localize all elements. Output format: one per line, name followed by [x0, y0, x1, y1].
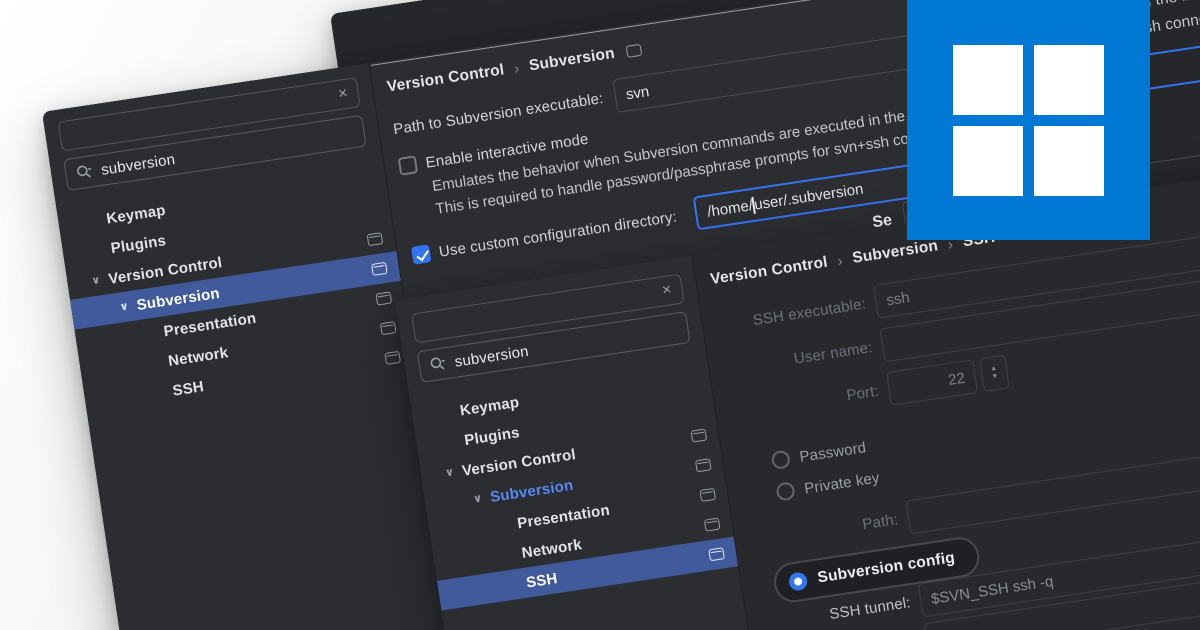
breadcrumb-subversion[interactable]: Subversion [528, 45, 616, 76]
windows-logo-pane [1034, 126, 1104, 196]
settings-tree: Keymap Plugins Version Control Subversio… [409, 351, 739, 611]
search-query-text: subversion [453, 342, 530, 371]
window-icon [371, 261, 388, 276]
breadcrumb-separator-icon [836, 252, 844, 270]
window-icon [703, 517, 721, 532]
radio-selected-icon[interactable] [787, 571, 809, 592]
port-input[interactable]: 22 [886, 359, 979, 406]
port-label: Port: [845, 382, 880, 404]
user-name-label: User name: [792, 338, 874, 368]
window-icon [384, 350, 401, 365]
window-icon [375, 291, 393, 306]
windows-logo-pane [1034, 45, 1104, 115]
window-icon [379, 321, 397, 336]
window-icon [695, 458, 712, 473]
port-stepper[interactable]: ▲ ▼ [979, 354, 1010, 392]
chevron-down-icon[interactable] [444, 465, 455, 479]
window-icon [366, 232, 384, 247]
window-icon [625, 43, 643, 58]
settings-tree: Keymap Plugins Version Control Subversio… [56, 154, 415, 418]
private-key-path-label: Path: [861, 510, 900, 533]
radio-icon[interactable] [770, 449, 792, 470]
breadcrumb-subversion[interactable]: Subversion [851, 237, 939, 268]
stage: Emulates the behavior when Subversion co… [0, 0, 1200, 630]
radio-icon[interactable] [775, 481, 796, 502]
breadcrumb-version-control[interactable]: Version Control [386, 61, 506, 96]
window-icon [690, 428, 708, 443]
search-icon [77, 165, 92, 178]
auth-private-key-label: Private key [803, 468, 881, 497]
breadcrumb-version-control[interactable]: Version Control [709, 254, 829, 289]
chevron-down-icon[interactable] [90, 273, 101, 287]
window-icon [708, 547, 725, 562]
windows-logo-pane [953, 126, 1023, 196]
interactive-mode-checkbox[interactable] [397, 155, 419, 176]
search-icon [430, 357, 445, 370]
windows-logo [907, 0, 1150, 240]
close-icon[interactable] [661, 282, 673, 299]
breadcrumb-separator-icon [513, 60, 521, 78]
chevron-down-icon[interactable] [472, 491, 483, 505]
chevron-down-icon[interactable] [119, 299, 130, 313]
custom-config-checkbox[interactable] [410, 244, 432, 265]
auth-password-label: Password [798, 438, 868, 466]
search-query-text: subversion [99, 150, 177, 179]
windows-logo-pane [953, 45, 1023, 115]
ssh-executable-label: SSH executable: [751, 295, 867, 329]
close-icon[interactable] [337, 86, 349, 103]
window-icon [699, 487, 717, 502]
